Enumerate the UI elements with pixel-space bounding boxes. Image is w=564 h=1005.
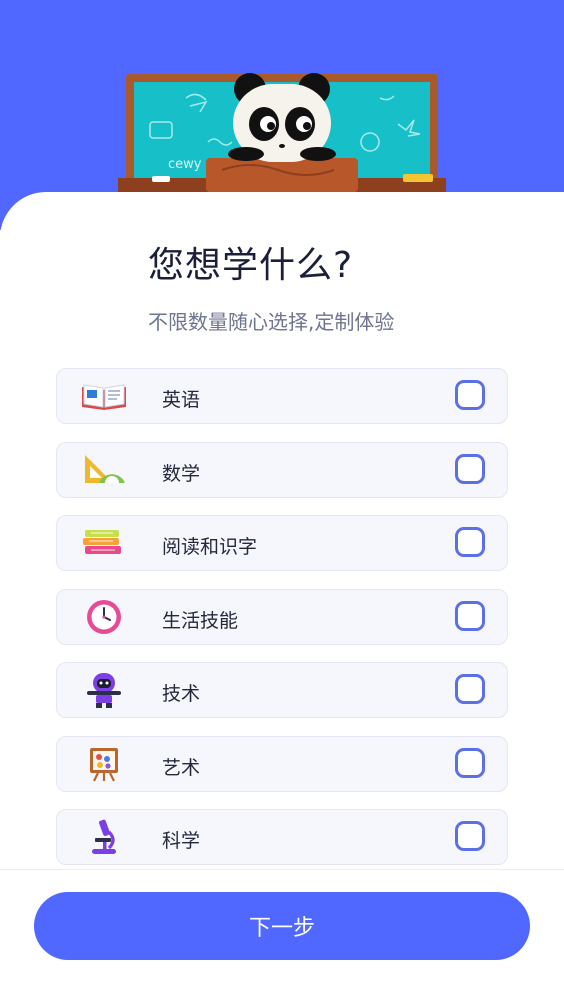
- footer-bar: 下一步: [0, 869, 564, 1005]
- option-math[interactable]: 数学: [56, 441, 508, 498]
- option-art[interactable]: 艺术: [56, 735, 508, 792]
- page-subtitle: 不限数量随心选择,定制体验: [148, 310, 395, 334]
- option-label: 英语: [162, 389, 201, 411]
- easel-icon: [90, 747, 118, 781]
- books-stack-icon: [83, 530, 121, 554]
- next-step-button[interactable]: 下一步: [34, 892, 530, 960]
- ruler-protractor-icon: [85, 454, 125, 483]
- eraser: [403, 174, 433, 182]
- robot-icon: [87, 673, 121, 708]
- option-label: 技术: [162, 683, 201, 705]
- panda-icon: [228, 73, 336, 162]
- desk: [206, 158, 358, 192]
- microscope-icon: [92, 819, 116, 854]
- chalk-text: cewy: [168, 157, 202, 172]
- clock-icon: [87, 599, 121, 634]
- option-life-skills[interactable]: 生活技能: [56, 588, 508, 645]
- checkbox[interactable]: [455, 674, 485, 704]
- open-book-icon: [82, 384, 126, 410]
- subject-options-list: 英语 数学 阅读和识字 生活技能 技术 艺术 科学: [56, 368, 508, 883]
- option-label: 数学: [162, 462, 201, 485]
- checkbox[interactable]: [455, 600, 485, 631]
- option-label: 生活技能: [162, 609, 239, 632]
- checkbox[interactable]: [455, 527, 485, 557]
- checkbox[interactable]: [455, 453, 485, 484]
- option-label: 阅读和识字: [162, 536, 258, 558]
- option-english[interactable]: 英语: [56, 368, 508, 424]
- option-technology[interactable]: 技术: [56, 662, 508, 718]
- option-label: 艺术: [162, 756, 201, 779]
- option-science[interactable]: 科学: [56, 809, 508, 865]
- checkbox[interactable]: [455, 821, 485, 851]
- option-label: 科学: [162, 830, 201, 852]
- checkbox[interactable]: [455, 747, 485, 778]
- option-reading[interactable]: 阅读和识字: [56, 515, 508, 571]
- checkbox[interactable]: [455, 380, 485, 410]
- page-title: 您想学什么?: [148, 245, 354, 286]
